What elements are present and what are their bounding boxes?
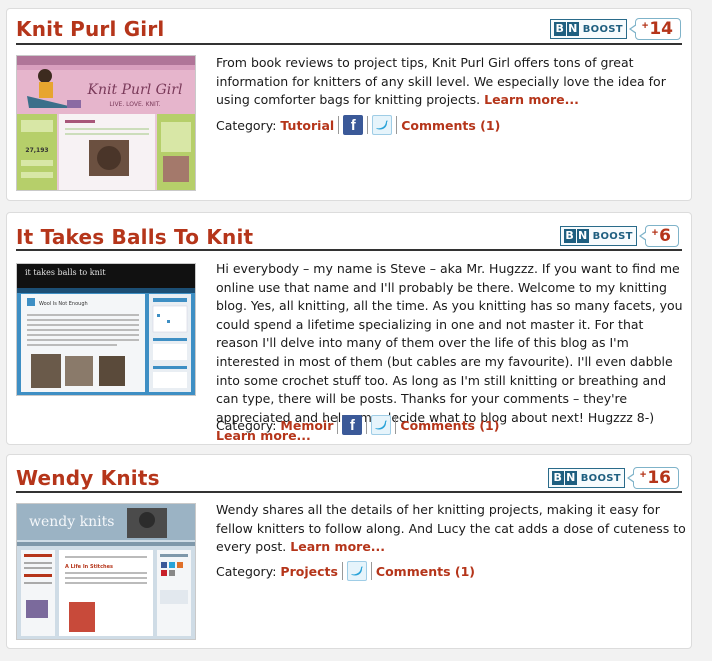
boost-plus: + <box>651 227 659 239</box>
separator <box>338 116 340 134</box>
separator <box>367 116 369 134</box>
thumbnail-image: it takes balls to knit Wool Is Not Enoug… <box>17 264 195 395</box>
separator <box>366 416 368 434</box>
boost-label: BOOST <box>592 230 633 242</box>
twitter-icon[interactable] <box>372 115 393 135</box>
boost-label: BOOST <box>582 23 623 35</box>
boost-count: + 16 <box>626 467 679 489</box>
post-description-text: Wendy shares all the details of her knit… <box>216 502 686 555</box>
post-description-text: Hi everybody – my name is Steve – aka Mr… <box>216 261 683 425</box>
bn-logo-b: B <box>551 471 564 485</box>
title-divider <box>16 43 682 45</box>
boost-count: + 14 <box>628 18 681 40</box>
category-link[interactable]: Tutorial <box>280 118 334 133</box>
post-card: Wendy Knits B N BOOST + 16 wendy knits A… <box>6 454 692 649</box>
boost-count-value: 14 <box>649 19 673 39</box>
boost-plus: + <box>641 20 649 32</box>
learn-more-link[interactable]: Learn more... <box>290 539 385 554</box>
category-label: Category: <box>216 117 277 133</box>
thumbnail-banner-text: Knit Purl Girl <box>87 82 183 98</box>
thumbnail-banner-text: wendy knits <box>29 514 114 530</box>
post-description: From book reviews to project tips, Knit … <box>216 54 686 110</box>
bn-logo-n: N <box>564 471 577 485</box>
comments-link[interactable]: Comments (1) <box>400 418 499 433</box>
thumbnail-image: Knit Purl Girl LIVE. LOVE. KNIT. 27,193 <box>17 56 195 190</box>
blog-thumbnail[interactable]: wendy knits A Life In Stitches <box>16 503 196 640</box>
blog-thumbnail[interactable]: it takes balls to knit Wool Is Not Enoug… <box>16 263 196 396</box>
boost-widget[interactable]: B N BOOST + 16 <box>547 467 679 489</box>
separator <box>337 416 339 434</box>
post-card: It Takes Balls To Knit B N BOOST + 6 it … <box>6 212 692 445</box>
learn-more-link[interactable]: Learn more... <box>484 92 579 107</box>
thumbnail-banner-text: it takes balls to knit <box>25 268 106 277</box>
category-link[interactable]: Projects <box>280 564 338 579</box>
post-title[interactable]: It Takes Balls To Knit <box>16 225 253 249</box>
post-meta: Category: Memoir f Comments (1) <box>216 415 499 435</box>
post-card: Knit Purl Girl B N BOOST + 14 Knit Purl … <box>6 8 692 201</box>
post-meta: Category: Projects Comments (1) <box>216 561 475 581</box>
separator <box>370 562 372 580</box>
thumbnail-post-title: Wool Is Not Enough <box>39 301 88 307</box>
thumbnail-post-title: A Life In Stitches <box>65 564 113 570</box>
thumbnail-tagline: LIVE. LOVE. KNIT. <box>109 101 160 108</box>
facebook-icon[interactable]: f <box>342 415 363 435</box>
bn-boost-button[interactable]: B N BOOST <box>549 19 627 39</box>
comments-link[interactable]: Comments (1) <box>401 118 500 133</box>
separator <box>396 116 398 134</box>
title-divider <box>16 491 682 493</box>
boost-widget[interactable]: B N BOOST + 14 <box>549 18 681 40</box>
separator <box>341 562 343 580</box>
post-meta: Category: Tutorial f Comments (1) <box>216 115 500 135</box>
bn-logo-n: N <box>576 229 589 243</box>
post-title[interactable]: Knit Purl Girl <box>16 17 164 41</box>
category-link[interactable]: Memoir <box>280 418 333 433</box>
post-title[interactable]: Wendy Knits <box>16 466 160 490</box>
category-label: Category: <box>216 563 277 579</box>
bn-logo-n: N <box>566 22 579 36</box>
boost-count: + 6 <box>638 225 679 247</box>
boost-label: BOOST <box>580 472 621 484</box>
comments-link[interactable]: Comments (1) <box>376 564 475 579</box>
separator <box>395 416 397 434</box>
boost-count-value: 16 <box>647 468 671 488</box>
twitter-icon[interactable] <box>346 561 367 581</box>
facebook-icon[interactable]: f <box>343 115 364 135</box>
thumbnail-stat: 27,193 <box>25 147 48 154</box>
bn-boost-button[interactable]: B N BOOST <box>547 468 625 488</box>
blog-thumbnail[interactable]: Knit Purl Girl LIVE. LOVE. KNIT. 27,193 <box>16 55 196 191</box>
thumbnail-image: wendy knits A Life In Stitches <box>17 504 195 639</box>
bn-logo-b: B <box>553 22 566 36</box>
boost-count-value: 6 <box>659 226 671 246</box>
title-divider <box>16 249 682 251</box>
boost-plus: + <box>639 469 647 481</box>
post-description: Wendy shares all the details of her knit… <box>216 501 686 557</box>
twitter-icon[interactable] <box>371 415 392 435</box>
bn-logo-b: B <box>563 229 576 243</box>
post-description-text: From book reviews to project tips, Knit … <box>216 55 666 108</box>
boost-widget[interactable]: B N BOOST + 6 <box>559 225 679 247</box>
bn-boost-button[interactable]: B N BOOST <box>559 226 637 246</box>
category-label: Category: <box>216 417 277 433</box>
